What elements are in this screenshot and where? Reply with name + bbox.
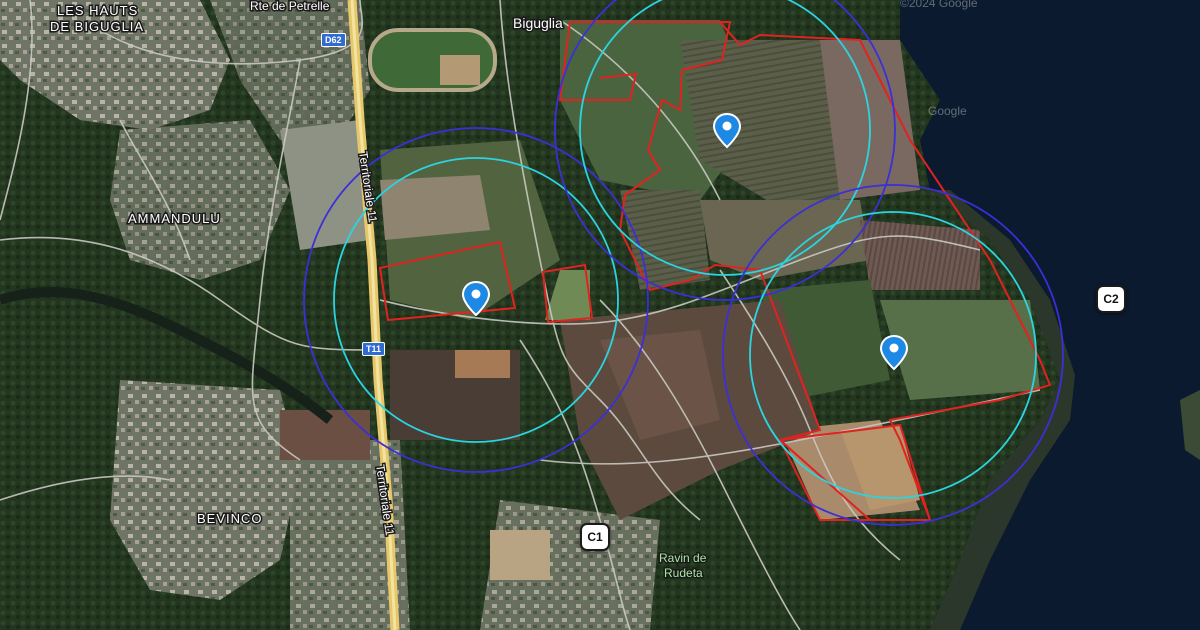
map-watermark: Google (928, 104, 967, 118)
road-shield-t11: T11 (362, 342, 386, 356)
road-shield-d62: D62 (321, 33, 346, 47)
map-attribution: ©2024 Google (900, 0, 978, 10)
pin-north[interactable] (712, 112, 742, 149)
cluster-badge-c2[interactable]: C2 (1096, 285, 1126, 313)
cluster-badge-c1[interactable]: C1 (580, 523, 610, 551)
place-label-bevinco: BEVINCO (197, 511, 263, 526)
road-label-petrelle: Rte de Petrelle (250, 0, 330, 13)
place-label-les-hauts-1: LES HAUTS (57, 3, 138, 18)
poi-label-ravin-1: Ravin de (659, 551, 707, 565)
poi-label-ravin-2: Rudeta (664, 566, 703, 580)
place-label-les-hauts-2: DE BIGUGLIA (50, 19, 144, 34)
place-label-biguglia: Biguglia (513, 15, 563, 31)
pin-west[interactable] (461, 280, 491, 317)
map-pin-icon (879, 334, 909, 371)
map-pin-icon (712, 112, 742, 149)
pin-south-east[interactable] (879, 334, 909, 371)
map-pin-icon (461, 280, 491, 317)
place-label-ammandulu: AMMANDULU (128, 211, 221, 226)
